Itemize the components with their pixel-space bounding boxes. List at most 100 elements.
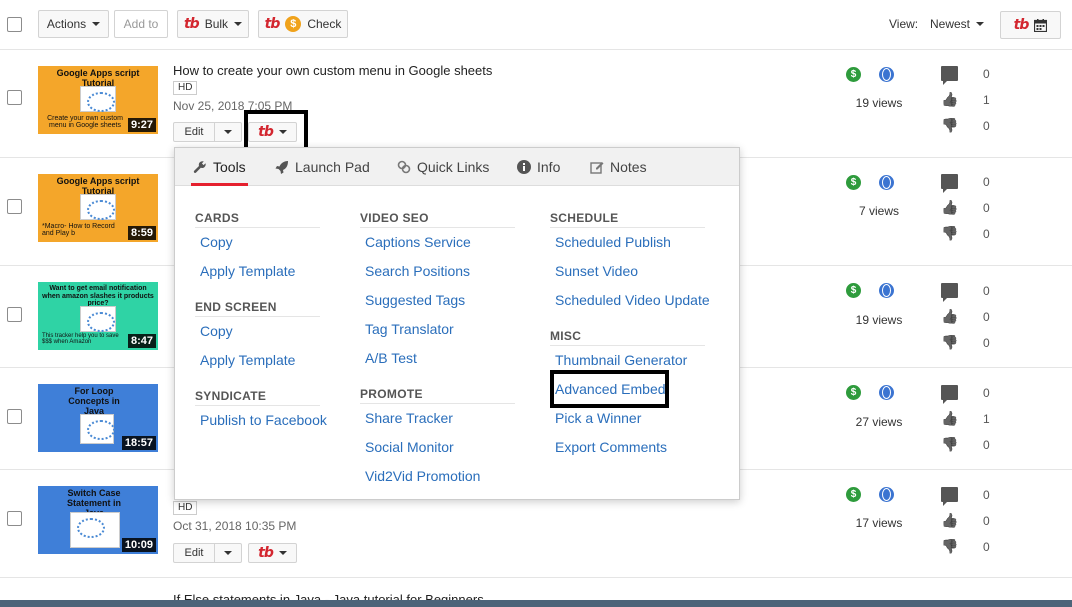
calendar-icon: [1034, 18, 1048, 32]
export-comments-link[interactable]: Export Comments: [555, 439, 667, 455]
view-label: View:: [889, 17, 919, 31]
row-checkbox[interactable]: [7, 409, 22, 424]
edit-dropdown-button[interactable]: [215, 544, 241, 562]
row-checkbox[interactable]: [7, 90, 22, 105]
tubebuddy-logo-icon: tb: [264, 16, 281, 32]
search-positions-link[interactable]: Search Positions: [365, 263, 470, 279]
actions-button[interactable]: Actions: [38, 10, 109, 38]
edit-button[interactable]: Edit: [174, 123, 215, 141]
actions-label: Actions: [46, 17, 87, 31]
dislike-count: 0: [983, 438, 990, 452]
schedule-button[interactable]: tb: [1000, 11, 1061, 39]
video-thumbnail[interactable]: For Loop Concepts in Java 18:57: [38, 384, 158, 452]
view-count: 27 views: [855, 415, 903, 429]
comment-count: 0: [983, 284, 990, 298]
tubebuddy-menu-button[interactable]: tb: [248, 543, 297, 563]
chevron-down-icon: [224, 551, 232, 555]
comment-icon: [941, 385, 958, 404]
globe-icon: [879, 487, 894, 502]
scheduled-video-update-link[interactable]: Scheduled Video Update: [555, 292, 710, 308]
view-count: 7 views: [858, 204, 899, 218]
chevron-down-icon: [976, 22, 985, 26]
comment-icon: [941, 487, 958, 506]
tubebuddy-logo-icon: tb: [258, 545, 274, 561]
comment-icon: [941, 283, 958, 302]
view-count: 17 views: [855, 516, 903, 530]
row-checkbox[interactable]: [7, 199, 22, 214]
share-tracker-link[interactable]: Share Tracker: [365, 410, 453, 426]
row-checkbox[interactable]: [7, 511, 22, 526]
sunset-video-link[interactable]: Sunset Video: [555, 263, 638, 279]
video-title[interactable]: How to create your own custom menu in Go…: [173, 63, 492, 78]
tab-tools[interactable]: Tools: [191, 148, 248, 186]
edit-dropdown-button[interactable]: [215, 123, 241, 141]
thumbnail-graphic: [80, 86, 116, 112]
tab-notes[interactable]: Notes: [590, 148, 647, 186]
thumbnail-graphic: [80, 306, 116, 332]
monetization-icon: $: [846, 67, 861, 82]
tab-launch-pad[interactable]: Launch Pad: [275, 148, 370, 186]
social-monitor-link[interactable]: Social Monitor: [365, 439, 454, 455]
tubebuddy-logo-icon: tb: [183, 16, 200, 32]
tab-info[interactable]: Info: [517, 148, 560, 186]
row-checkbox[interactable]: [7, 307, 22, 322]
suggested-tags-link[interactable]: Suggested Tags: [365, 292, 465, 308]
monetization-icon: $: [846, 283, 861, 298]
thumbs-up-icon: [941, 92, 958, 107]
pick-a-winner-link[interactable]: Pick a Winner: [555, 410, 641, 426]
cards-copy-link[interactable]: Copy: [200, 234, 233, 250]
end-screen-copy-link[interactable]: Copy: [200, 323, 233, 339]
tubebuddy-menu-panel: Tools Launch Pad Quick Links Info Notes: [174, 147, 740, 500]
duration-badge: 10:09: [121, 538, 156, 552]
cards-header: CARDS: [195, 211, 320, 228]
bulk-button[interactable]: tb Bulk: [177, 10, 249, 38]
select-all-checkbox[interactable]: [7, 17, 22, 32]
thumbs-up-icon: [941, 200, 958, 215]
link-icon: [397, 160, 411, 174]
thumbs-up-icon: [941, 513, 958, 528]
tag-translator-link[interactable]: Tag Translator: [365, 321, 454, 337]
publish-to-facebook-link[interactable]: Publish to Facebook: [200, 412, 327, 428]
chevron-down-icon: [224, 130, 232, 134]
thumbs-down-icon: [941, 226, 958, 241]
video-thumbnail[interactable]: Google Apps script Tutorial *Macro- How …: [38, 174, 158, 242]
end-screen-apply-template-link[interactable]: Apply Template: [200, 352, 295, 368]
comment-icon: [941, 66, 958, 85]
video-thumbnail[interactable]: Want to get email notification when amaz…: [38, 282, 158, 350]
thumbs-down-icon: [941, 437, 958, 452]
check-button[interactable]: tb $ Check: [258, 10, 348, 38]
highlight-box: [550, 370, 669, 408]
coin-icon: $: [285, 16, 302, 32]
edit-button-group[interactable]: Edit: [173, 122, 242, 142]
globe-icon: [879, 175, 894, 190]
sort-label: Newest: [930, 17, 971, 31]
add-to-button[interactable]: Add to: [114, 10, 168, 38]
captions-service-link[interactable]: Captions Service: [365, 234, 471, 250]
edit-button-group[interactable]: Edit: [173, 543, 242, 563]
dislike-count: 0: [983, 540, 990, 554]
vid2vid-promotion-link[interactable]: Vid2Vid Promotion: [365, 468, 480, 484]
edit-button[interactable]: Edit: [174, 544, 215, 562]
chevron-down-icon: [278, 551, 287, 555]
thumbs-down-icon: [941, 335, 958, 350]
cards-apply-template-link[interactable]: Apply Template: [200, 263, 295, 279]
thumbnail-subtitle: Create your own custom menu in Google sh…: [47, 114, 123, 130]
ab-test-link[interactable]: A/B Test: [365, 350, 417, 366]
video-thumbnail[interactable]: Switch Case Statement in Java 10:09: [38, 486, 158, 554]
misc-header: MISC: [550, 329, 705, 346]
sort-dropdown[interactable]: Newest: [930, 17, 985, 31]
tab-quick-links[interactable]: Quick Links: [397, 148, 489, 186]
tab-label: Launch Pad: [295, 159, 370, 175]
toolbar: Actions Add to tb Bulk tb $ Check View: …: [0, 0, 1072, 50]
dislike-count: 0: [983, 119, 990, 133]
tab-label: Quick Links: [417, 159, 490, 175]
thumbnail-generator-link[interactable]: Thumbnail Generator: [555, 352, 687, 368]
tab-label: Notes: [610, 159, 647, 175]
monetization-icon: $: [846, 487, 861, 502]
video-thumbnail[interactable]: Google Apps script Tutorial Create your …: [38, 66, 158, 134]
dislike-count: 0: [983, 336, 990, 350]
scheduled-publish-link[interactable]: Scheduled Publish: [555, 234, 671, 250]
duration-badge: 8:59: [127, 226, 156, 240]
chevron-down-icon: [234, 22, 243, 26]
tubebuddy-logo-icon: tb: [1013, 17, 1030, 33]
